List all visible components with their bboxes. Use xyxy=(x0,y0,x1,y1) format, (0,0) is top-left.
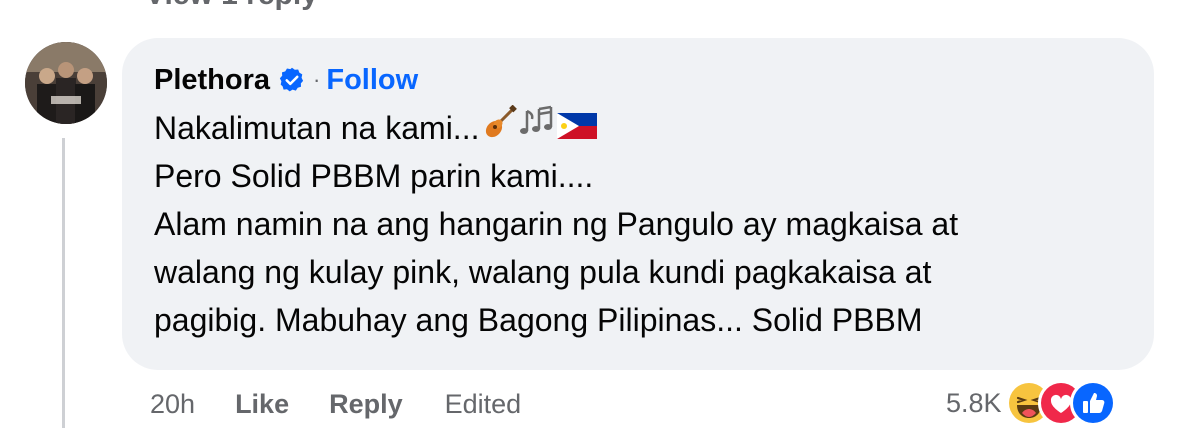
verified-badge-icon xyxy=(278,66,306,94)
view-replies-link[interactable]: View 1 reply xyxy=(145,0,318,12)
comment-actions: 20h Like Reply Edited xyxy=(150,384,521,424)
comment-line: walang ng kulay pink, walang pula kundi … xyxy=(154,254,932,290)
like-reaction-icon xyxy=(1069,380,1116,426)
comment-body: Nakalimutan na kami... Pero Solid PBBM p… xyxy=(154,104,1144,344)
comment-header: Plethora · Follow xyxy=(154,60,418,100)
comment-line-text: Nakalimutan na kami... xyxy=(154,110,480,146)
reply-button[interactable]: Reply xyxy=(329,389,403,420)
edited-label[interactable]: Edited xyxy=(445,389,522,420)
reactions-summary[interactable]: 5.8K xyxy=(946,380,1116,426)
timestamp[interactable]: 20h xyxy=(150,389,195,420)
reply-thread-line xyxy=(62,138,65,428)
author-name[interactable]: Plethora xyxy=(154,64,270,97)
avatar[interactable] xyxy=(25,42,107,124)
emoji-group xyxy=(483,104,598,152)
comment-line: Alam namin na ang hangarin ng Pangulo ay… xyxy=(154,206,959,242)
comment-line: Pero Solid PBBM parin kami.... xyxy=(154,158,594,194)
comment-line: pagibig. Mabuhay ang Bagong Pilipinas...… xyxy=(154,302,923,338)
music-notes-icon xyxy=(519,104,555,152)
reaction-count[interactable]: 5.8K xyxy=(946,388,1002,419)
follow-button[interactable]: Follow xyxy=(326,64,418,97)
separator-dot: · xyxy=(313,67,321,92)
reaction-icons xyxy=(1005,380,1116,426)
philippines-flag-icon xyxy=(557,104,598,152)
comment-line: Nakalimutan na kami... xyxy=(154,104,1144,152)
guitar-icon xyxy=(483,104,518,152)
like-button[interactable]: Like xyxy=(235,389,289,420)
